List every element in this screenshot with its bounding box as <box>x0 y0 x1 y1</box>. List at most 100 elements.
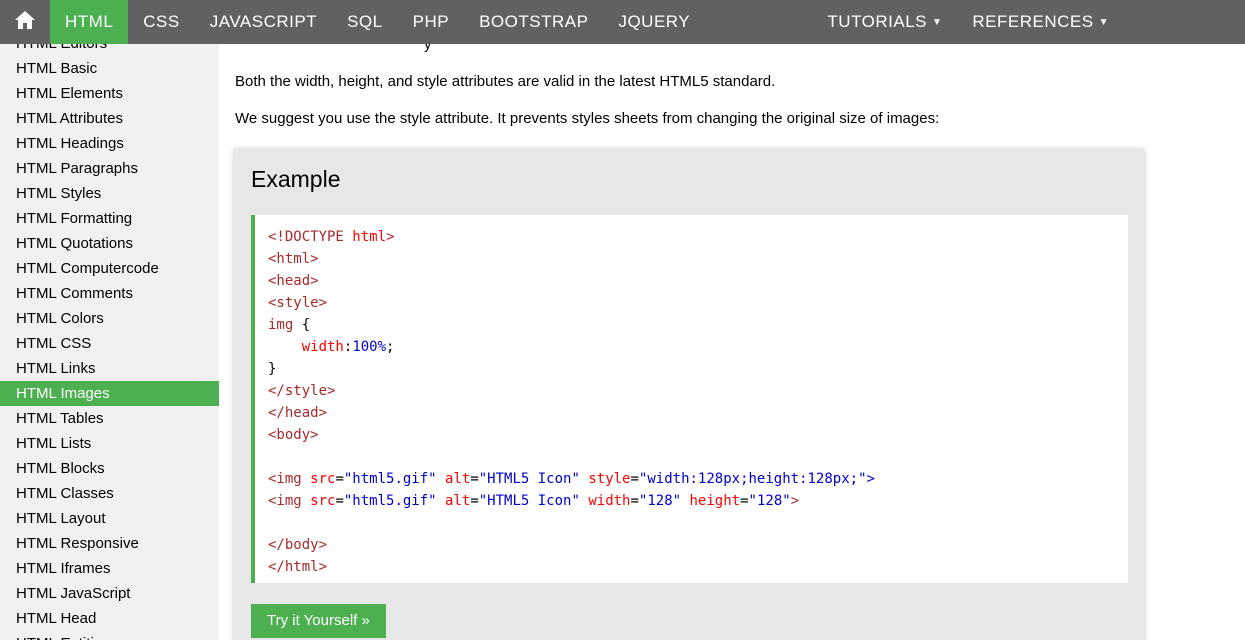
sidebar-item-elements[interactable]: HTML Elements <box>0 81 219 106</box>
code-line: </style> <box>268 380 1128 402</box>
code-value: "HTML5 Icon" <box>478 493 580 509</box>
nav-references-dropdown[interactable]: REFERENCES ▼ <box>957 0 1124 44</box>
code-tag: <!DOCTYPE <box>268 229 344 245</box>
code-equals: = <box>630 471 639 487</box>
code-tag: </body> <box>268 537 328 553</box>
try-it-yourself-button[interactable]: Try it Yourself » <box>251 604 386 638</box>
code-equals: = <box>630 493 639 509</box>
sidebar-item-comments[interactable]: HTML Comments <box>0 281 219 306</box>
code-semicolon: ; <box>386 339 395 355</box>
code-value: "HTML5 Icon" <box>478 471 580 487</box>
code-line: <img src="html5.gif" alt="HTML5 Icon" wi… <box>268 490 1128 512</box>
sidebar-item-blocks[interactable]: HTML Blocks <box>0 456 219 481</box>
sidebar-item-layout[interactable]: HTML Layout <box>0 506 219 531</box>
code-tag: > <box>386 229 395 245</box>
sidebar-item-lists[interactable]: HTML Lists <box>0 431 219 456</box>
code-attr: style <box>579 471 631 487</box>
code-line: </body> <box>268 534 1128 556</box>
code-tag: </head> <box>268 405 328 421</box>
code-line: </html> <box>268 556 1128 578</box>
sidebar-item-headings[interactable]: HTML Headings <box>0 131 219 156</box>
code-line: <head> <box>268 270 1128 292</box>
code-attr: alt <box>436 471 471 487</box>
code-equals: = <box>740 493 749 509</box>
code-property: width <box>301 339 344 355</box>
nav-bootstrap[interactable]: BOOTSTRAP <box>464 0 603 44</box>
code-tag: </html> <box>268 559 328 575</box>
nav-tutorials-dropdown[interactable]: TUTORIALS ▼ <box>812 0 957 44</box>
top-navigation: HTML CSS JAVASCRIPT SQL PHP BOOTSTRAP JQ… <box>0 0 1245 44</box>
sidebar-item-javascript[interactable]: HTML JavaScript <box>0 581 219 606</box>
sidebar-item-tables[interactable]: HTML Tables <box>0 406 219 431</box>
code-attr: html <box>343 229 387 245</box>
code-equals: = <box>470 471 479 487</box>
sidebar: HTML Editors HTML Basic HTML Elements HT… <box>0 44 219 640</box>
sidebar-item-formatting[interactable]: HTML Formatting <box>0 206 219 231</box>
nav-css[interactable]: CSS <box>128 0 194 44</box>
sidebar-item-editors[interactable]: HTML Editors <box>0 44 219 56</box>
sidebar-item-computercode[interactable]: HTML Computercode <box>0 256 219 281</box>
code-tag: <style> <box>268 295 328 311</box>
nav-sql[interactable]: SQL <box>332 0 398 44</box>
code-tag-end: > <box>790 493 800 509</box>
code-line: width:100%; <box>268 336 1128 358</box>
sidebar-item-css[interactable]: HTML CSS <box>0 331 219 356</box>
code-value: "128" <box>638 493 682 509</box>
code-selector: img <box>268 317 294 333</box>
code-line: } <box>268 358 1128 380</box>
code-attr: src <box>301 471 336 487</box>
home-icon <box>14 10 36 35</box>
code-equals: = <box>335 493 344 509</box>
home-button[interactable] <box>0 0 50 44</box>
nav-right-gap <box>1124 0 1245 44</box>
code-value: "html5.gif" <box>343 471 437 487</box>
code-tag: </style> <box>268 383 336 399</box>
code-line: </head> <box>268 402 1128 424</box>
sidebar-item-responsive[interactable]: HTML Responsive <box>0 531 219 556</box>
code-line: <img src="html5.gif" alt="HTML5 Icon" st… <box>268 468 1128 490</box>
sidebar-item-head[interactable]: HTML Head <box>0 606 219 631</box>
code-brace: } <box>268 361 277 377</box>
sidebar-item-entities[interactable]: HTML Entities <box>0 631 219 640</box>
sidebar-item-colors[interactable]: HTML Colors <box>0 306 219 331</box>
caret-down-icon: ▼ <box>1098 16 1109 28</box>
nav-references-label: REFERENCES <box>972 12 1094 31</box>
nav-html[interactable]: HTML <box>50 0 129 44</box>
nav-php[interactable]: PHP <box>398 0 464 44</box>
code-attr: width <box>579 493 631 509</box>
code-line: <html> <box>268 248 1128 270</box>
code-property-value: 100% <box>352 339 387 355</box>
nav-javascript[interactable]: JAVASCRIPT <box>195 0 332 44</box>
sidebar-item-paragraphs[interactable]: HTML Paragraphs <box>0 156 219 181</box>
code-line: <body> <box>268 424 1128 446</box>
code-attr: src <box>301 493 336 509</box>
code-tag-end: > <box>866 471 875 487</box>
paragraph-attributes-valid: Both the width, height, and style attrib… <box>235 73 776 90</box>
code-tag: <head> <box>268 273 319 289</box>
code-value: "html5.gif" <box>343 493 437 509</box>
code-brace: { <box>293 317 311 333</box>
sidebar-item-styles[interactable]: HTML Styles <box>0 181 219 206</box>
code-attr: alt <box>436 493 471 509</box>
sidebar-item-basic[interactable]: HTML Basic <box>0 56 219 81</box>
code-line: img { <box>268 314 1128 336</box>
sidebar-item-classes[interactable]: HTML Classes <box>0 481 219 506</box>
code-tag: <html> <box>268 251 319 267</box>
paragraph-suggest-style: We suggest you use the style attribute. … <box>235 110 940 127</box>
code-line: <style> <box>268 292 1128 314</box>
sidebar-item-images[interactable]: HTML Images <box>0 381 219 406</box>
sidebar-item-quotations[interactable]: HTML Quotations <box>0 231 219 256</box>
code-attr: height <box>681 493 741 509</box>
sidebar-item-links[interactable]: HTML Links <box>0 356 219 381</box>
sidebar-item-attributes[interactable]: HTML Attributes <box>0 106 219 131</box>
code-value: "width:128px;height:128px;" <box>638 471 867 487</box>
nav-jquery[interactable]: JQUERY <box>603 0 705 44</box>
sidebar-item-iframes[interactable]: HTML Iframes <box>0 556 219 581</box>
caret-down-icon: ▼ <box>932 16 943 28</box>
code-value: "128" <box>748 493 791 509</box>
code-block[interactable]: <!DOCTYPE html> <html> <head> <style> im… <box>251 215 1128 583</box>
